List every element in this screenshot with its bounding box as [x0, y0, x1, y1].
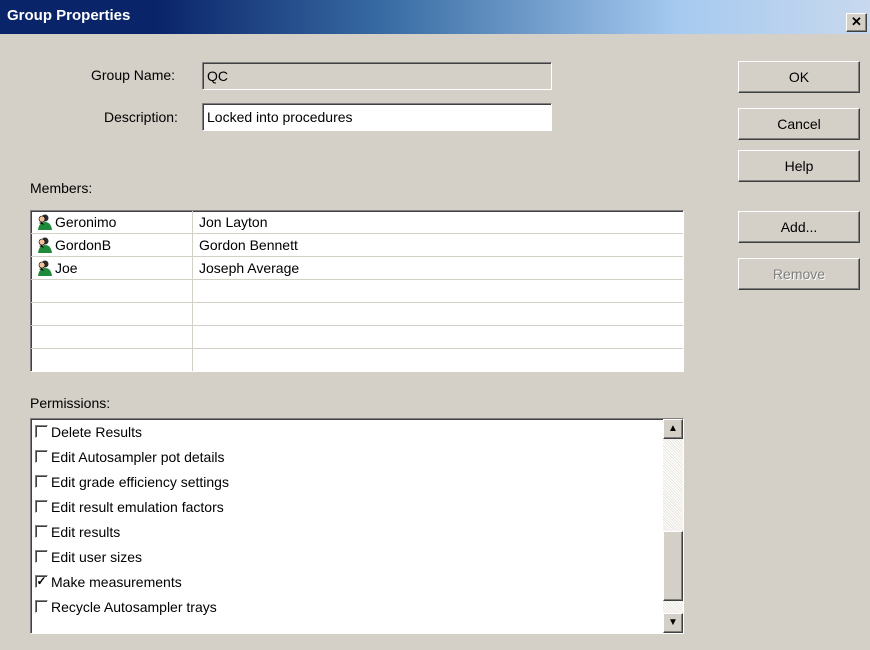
permission-item[interactable]: Edit result emulation factors — [31, 494, 683, 519]
permission-item[interactable]: Edit user sizes — [31, 544, 683, 569]
checkbox-checked[interactable]: ✓ — [35, 575, 48, 588]
member-fullname-cell: Gordon Bennett — [193, 234, 683, 256]
scroll-down-button[interactable]: ▼ — [663, 613, 683, 633]
checkbox[interactable] — [35, 450, 48, 463]
member-username-cell: Geronimo — [31, 211, 193, 233]
permission-item[interactable]: Edit grade efficiency settings — [31, 469, 683, 494]
member-row[interactable] — [31, 280, 683, 303]
permission-label: Edit Autosampler pot details — [51, 448, 225, 465]
user-icon — [38, 214, 52, 230]
checkbox[interactable] — [35, 475, 48, 488]
permission-label: Edit grade efficiency settings — [51, 473, 229, 490]
permission-label: Delete Results — [51, 423, 143, 440]
member-username-cell — [31, 349, 193, 371]
checkbox[interactable] — [35, 550, 48, 563]
members-list[interactable]: Geronimo Jon Layton GordonB Gordon Bennett J… — [30, 210, 684, 372]
remove-button: Remove — [738, 258, 860, 290]
member-username: GordonB — [55, 237, 112, 253]
member-username-cell — [31, 326, 193, 348]
permission-label: Edit result emulation factors — [51, 498, 224, 515]
permission-label: Make measurements — [51, 573, 182, 590]
permission-item[interactable]: Edit Autosampler pot details — [31, 444, 683, 469]
add-button[interactable]: Add... — [738, 211, 860, 243]
checkbox[interactable] — [35, 500, 48, 513]
member-username-cell — [31, 303, 193, 325]
permission-item[interactable]: Delete Results — [31, 419, 683, 444]
member-row[interactable] — [31, 326, 683, 349]
permission-item[interactable]: Recycle Autosampler trays — [31, 594, 683, 619]
member-fullname-cell: Jon Layton — [193, 211, 683, 233]
permission-label: Edit user sizes — [51, 548, 143, 565]
group-name-field[interactable] — [202, 62, 552, 90]
member-row[interactable]: Geronimo Jon Layton — [31, 211, 683, 234]
cancel-button[interactable]: Cancel — [738, 108, 860, 140]
member-fullname: Joseph Average — [199, 260, 300, 276]
member-fullname-cell — [193, 326, 683, 348]
window-title: Group Properties — [7, 7, 131, 24]
member-row[interactable]: Joe Joseph Average — [31, 257, 683, 280]
member-row[interactable] — [31, 349, 683, 371]
permission-item[interactable]: ✓ Make measurements — [31, 569, 683, 594]
permissions-list[interactable]: Delete Results Edit Autosampler pot detai… — [30, 418, 684, 634]
permissions-label: Permissions: — [30, 395, 111, 411]
permission-label: Recycle Autosampler trays — [51, 598, 217, 615]
arrow-up-icon: ▲ — [668, 423, 678, 434]
description-label: Description: — [104, 109, 178, 125]
title-bar[interactable]: Group Properties ✕ — [0, 0, 870, 34]
checkbox[interactable] — [35, 425, 48, 438]
user-icon — [38, 237, 52, 253]
member-username-cell: Joe — [31, 257, 193, 279]
description-field[interactable] — [202, 103, 552, 131]
ok-button[interactable]: OK — [738, 61, 860, 93]
member-fullname-cell — [193, 303, 683, 325]
member-username: Joe — [55, 260, 78, 276]
close-icon: ✕ — [851, 14, 862, 29]
scroll-thumb[interactable] — [663, 531, 683, 601]
member-username-cell: GordonB — [31, 234, 193, 256]
member-row[interactable] — [31, 303, 683, 326]
member-username-cell — [31, 280, 193, 302]
member-fullname-cell: Joseph Average — [193, 257, 683, 279]
member-fullname: Jon Layton — [199, 214, 268, 230]
close-button[interactable]: ✕ — [846, 13, 867, 32]
checkbox[interactable] — [35, 600, 48, 613]
member-row[interactable]: GordonB Gordon Bennett — [31, 234, 683, 257]
help-button[interactable]: Help — [738, 150, 860, 182]
permission-label: Edit results — [51, 523, 121, 540]
permission-item[interactable]: Edit results — [31, 519, 683, 544]
member-fullname: Gordon Bennett — [199, 237, 298, 253]
member-fullname-cell — [193, 280, 683, 302]
scroll-up-button[interactable]: ▲ — [663, 419, 683, 439]
members-label: Members: — [30, 180, 93, 196]
permissions-scrollbar[interactable]: ▲ ▼ — [663, 419, 683, 633]
checkbox[interactable] — [35, 525, 48, 538]
user-icon — [38, 260, 52, 276]
group-name-label: Group Name: — [91, 67, 176, 83]
member-username: Geronimo — [55, 214, 117, 230]
arrow-down-icon: ▼ — [668, 617, 678, 628]
member-fullname-cell — [193, 349, 683, 371]
